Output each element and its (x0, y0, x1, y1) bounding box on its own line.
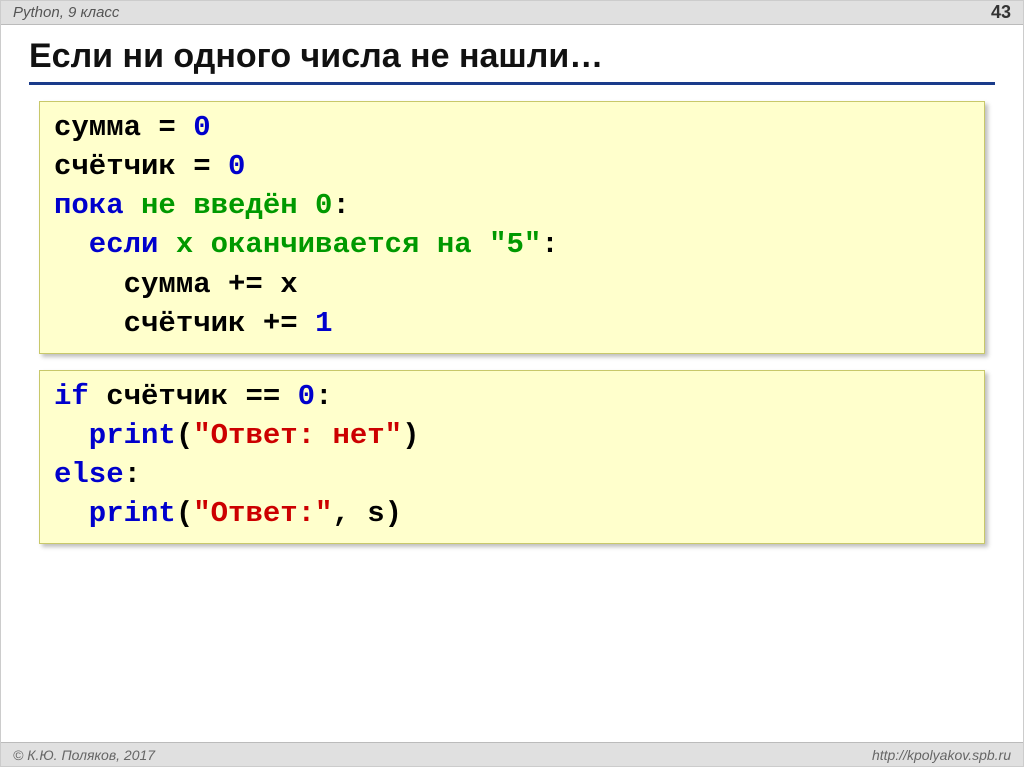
code-text: == (228, 380, 298, 413)
code-text: ) (402, 419, 419, 452)
code-text: счётчик (54, 307, 245, 340)
code-text: 1 (315, 307, 332, 340)
code-text: : (124, 458, 141, 491)
code-text: : (541, 228, 558, 261)
page-number: 43 (991, 2, 1011, 23)
code-keyword: пока (54, 189, 124, 222)
code-text: = (141, 111, 193, 144)
copyright-label: © К.Ю. Поляков, 2017 (13, 747, 155, 763)
code-text: x оканчивается на "5" (158, 228, 541, 261)
code-text: = (176, 150, 228, 183)
code-text: 0 (228, 150, 245, 183)
code-text: счётчик (89, 380, 228, 413)
code-text: ( (176, 497, 193, 530)
code-keyword: если (54, 228, 158, 261)
slide-content: сумма = 0 счётчик = 0 пока не введён 0: … (1, 91, 1023, 742)
code-text: ( (176, 419, 193, 452)
footer-url: http://kpolyakov.spb.ru (872, 747, 1011, 763)
code-text: не введён 0 (124, 189, 333, 222)
code-keyword: print (54, 419, 176, 452)
slide: Python, 9 класс 43 Если ни одного числа … (0, 0, 1024, 767)
code-text: : (332, 189, 349, 222)
code-text: 0 (298, 380, 315, 413)
code-text: 0 (193, 111, 210, 144)
code-keyword: print (54, 497, 176, 530)
code-keyword: else (54, 458, 124, 491)
code-box-pseudocode: сумма = 0 счётчик = 0 пока не введён 0: … (39, 101, 985, 354)
code-string: "Ответ:" (193, 497, 332, 530)
slide-footer: © К.Ю. Поляков, 2017 http://kpolyakov.sp… (1, 742, 1023, 766)
code-text: += (245, 307, 315, 340)
code-box-python: if счётчик == 0: print("Ответ: нет") els… (39, 370, 985, 545)
code-keyword: if (54, 380, 89, 413)
code-text: : (315, 380, 332, 413)
code-text: сумма (54, 111, 141, 144)
slide-header: Python, 9 класс 43 (1, 1, 1023, 25)
course-label: Python, 9 класс (13, 4, 119, 21)
code-string: "Ответ: нет" (193, 419, 402, 452)
slide-title: Если ни одного числа не нашли… (29, 37, 995, 85)
code-text: , s) (332, 497, 402, 530)
title-wrap: Если ни одного числа не нашли… (1, 25, 1023, 91)
code-text: сумма += x (54, 268, 298, 301)
code-text: счётчик (54, 150, 176, 183)
